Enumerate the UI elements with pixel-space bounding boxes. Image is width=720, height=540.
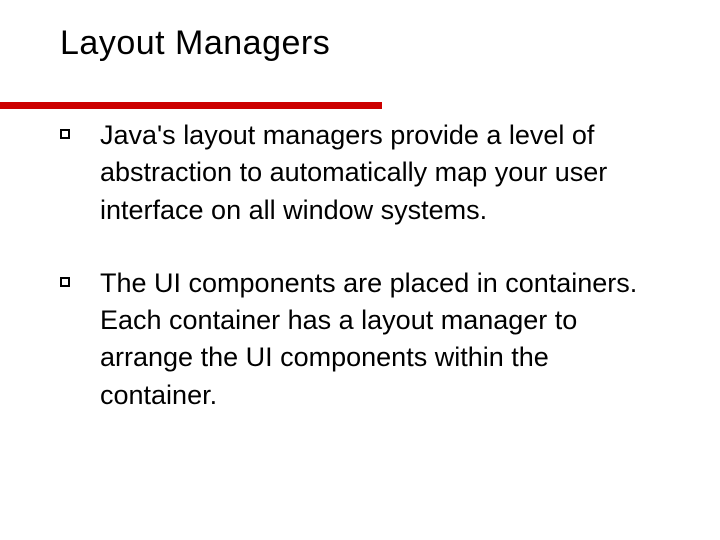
slide: Layout Managers Java's layout managers p… [0,0,720,540]
square-bullet-icon [60,129,70,139]
square-bullet-icon [60,277,70,287]
title-underline [0,102,382,109]
bullet-item: The UI components are placed in containe… [60,265,662,414]
bullet-item: Java's layout managers provide a level o… [60,117,662,229]
slide-title: Layout Managers [60,24,662,63]
slide-content: Java's layout managers provide a level o… [60,117,662,414]
bullet-text: The UI components are placed in containe… [100,265,662,414]
bullet-text: Java's layout managers provide a level o… [100,117,662,229]
